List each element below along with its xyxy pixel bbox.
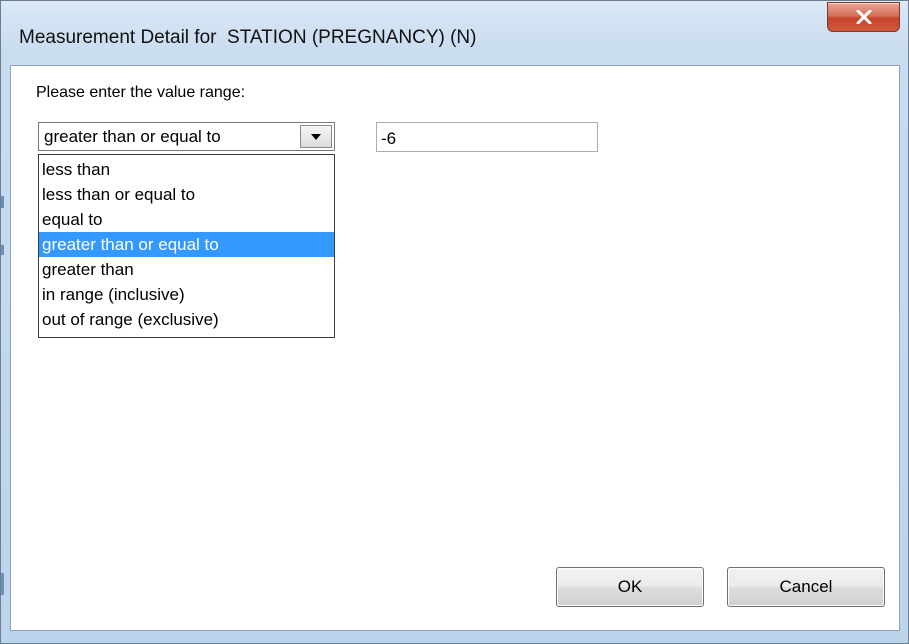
dialog-content: Please enter the value range: greater th… — [10, 65, 900, 631]
operator-option-in-range[interactable]: in range (inclusive) — [39, 282, 334, 307]
left-edge-mark — [1, 196, 4, 208]
left-edge-mark — [1, 245, 4, 255]
operator-option-less-than[interactable]: less than — [39, 157, 334, 182]
operator-combobox[interactable]: greater than or equal to — [38, 122, 335, 151]
dialog-window: Measurement Detail for STATION (PREGNANC… — [0, 0, 909, 644]
operator-option-equal[interactable]: equal to — [39, 207, 334, 232]
window-title: Measurement Detail for STATION (PREGNANC… — [19, 27, 477, 48]
title-bar[interactable]: Measurement Detail for STATION (PREGNANC… — [1, 1, 908, 59]
close-button[interactable] — [827, 2, 900, 32]
dropdown-arrow-button[interactable] — [300, 125, 332, 148]
value-input[interactable] — [376, 122, 598, 152]
close-x-icon — [856, 10, 872, 24]
operator-dropdown-list[interactable]: less than less than or equal to equal to… — [38, 154, 335, 338]
operator-option-out-of-range[interactable]: out of range (exclusive) — [39, 307, 334, 332]
left-edge-mark — [1, 573, 4, 595]
operator-option-greater-than[interactable]: greater than — [39, 257, 334, 282]
ok-button[interactable]: OK — [556, 567, 704, 607]
operator-option-greater-than-or-equal[interactable]: greater than or equal to — [39, 232, 334, 257]
chevron-down-icon — [310, 128, 322, 146]
value-range-prompt: Please enter the value range: — [36, 84, 246, 101]
cancel-button[interactable]: Cancel — [727, 567, 885, 607]
operator-selected-value: greater than or equal to — [44, 127, 221, 146]
operator-option-less-than-or-equal[interactable]: less than or equal to — [39, 182, 334, 207]
